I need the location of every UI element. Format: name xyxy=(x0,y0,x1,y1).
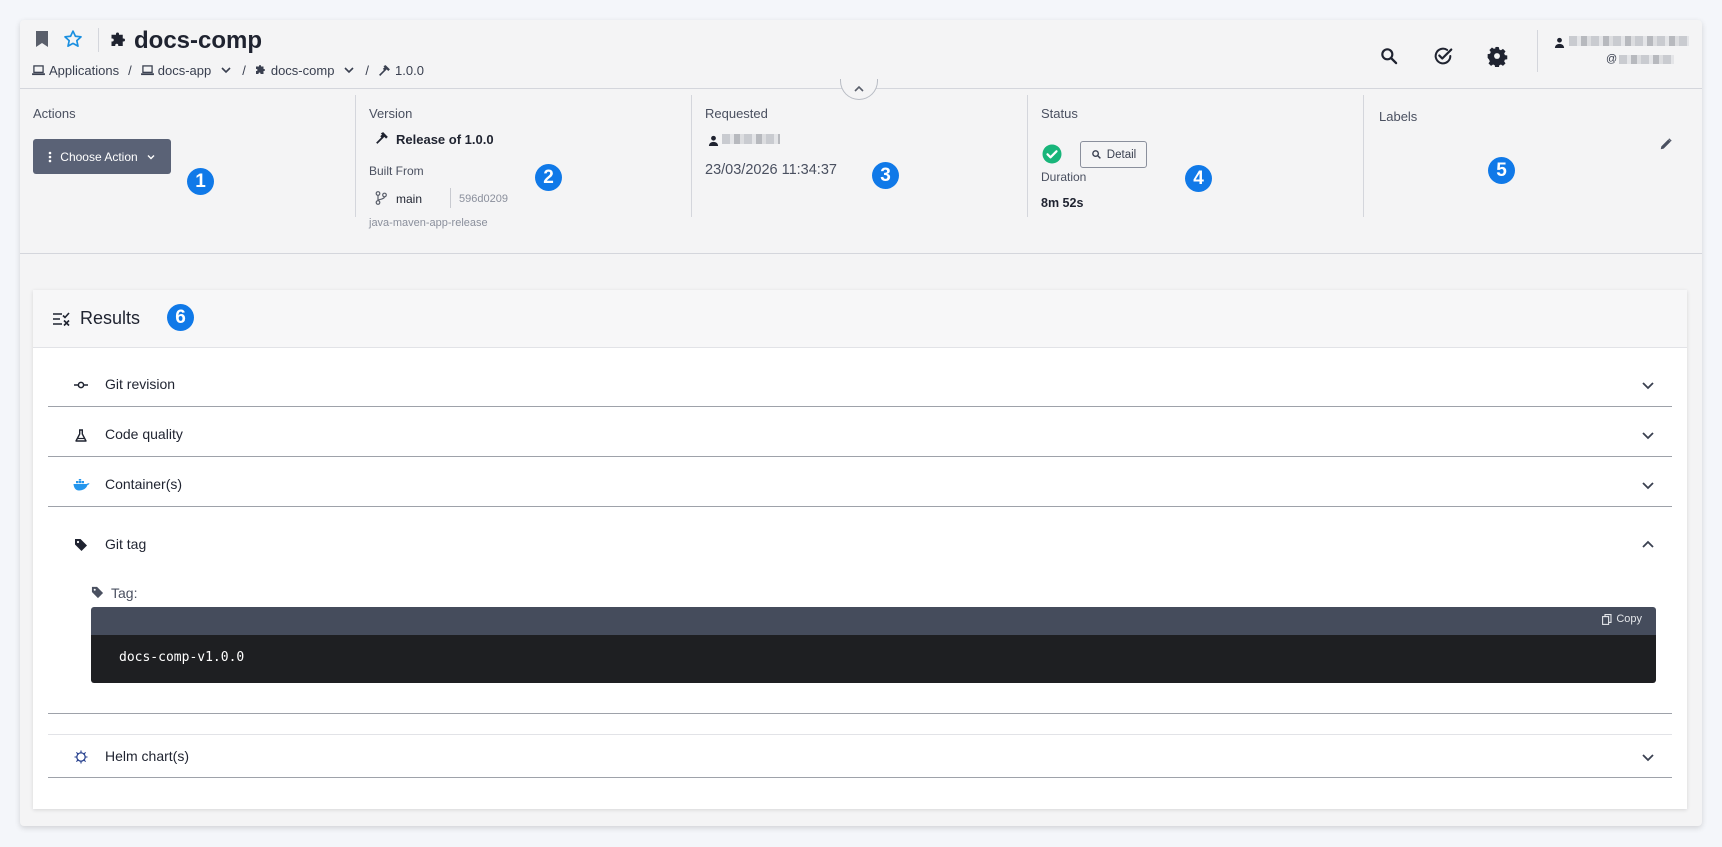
person-icon xyxy=(1554,35,1565,53)
helm-icon xyxy=(72,748,90,766)
breadcrumb-version[interactable]: 1.0.0 xyxy=(378,63,424,78)
results-header: Results 6 xyxy=(33,290,1687,348)
tag-label: Tag: xyxy=(111,585,138,601)
copy-button[interactable]: Copy xyxy=(1602,613,1642,625)
page-header: docs-comp Applications / docs-app / docs… xyxy=(20,20,1702,88)
commit-icon xyxy=(72,376,90,394)
chevron-down-icon xyxy=(1642,754,1654,762)
section-git-tag: Git tag Tag: Copy docs-comp-v1.0.0 xyxy=(48,513,1672,714)
check-circle-icon[interactable] xyxy=(1429,42,1457,70)
pipeline-name: java-maven-app-release xyxy=(369,217,488,229)
flask-icon xyxy=(72,426,90,444)
labels-label: Labels xyxy=(1379,109,1418,124)
section-code-quality-header[interactable]: Code quality xyxy=(48,413,1672,457)
user-menu[interactable]: @ xyxy=(1554,34,1694,74)
annotation-badge-4: 4 xyxy=(1185,165,1212,192)
version-panel: Version Release of 1.0.0 Built From main… xyxy=(356,89,692,239)
docker-icon xyxy=(72,476,90,494)
annotation-badge-1: 1 xyxy=(187,168,214,195)
chevron-down-icon[interactable] xyxy=(219,65,233,75)
person-icon xyxy=(708,133,719,151)
tag-icon xyxy=(72,536,90,554)
star-icon[interactable] xyxy=(62,28,84,50)
puzzle-icon xyxy=(255,65,265,74)
section-git-revision-header[interactable]: Git revision xyxy=(48,363,1672,407)
breadcrumb-docs-comp[interactable]: docs-comp xyxy=(255,63,357,78)
requested-label: Requested xyxy=(705,106,768,121)
checklist-icon xyxy=(52,311,71,332)
chevron-down-icon[interactable] xyxy=(342,65,356,75)
requested-datetime: 23/03/2026 11:34:37 xyxy=(705,162,837,178)
actions-panel: Actions Choose Action 1 xyxy=(20,89,355,239)
kebab-icon xyxy=(48,151,52,162)
gear-icon[interactable] xyxy=(1483,42,1511,70)
duration-value: 8m 52s xyxy=(1041,196,1084,210)
actions-label: Actions xyxy=(33,106,76,121)
version-value: Release of 1.0.0 xyxy=(396,132,494,147)
chevron-up-icon xyxy=(1642,540,1654,548)
section-helm-charts-header[interactable]: Helm chart(s) xyxy=(48,735,1672,779)
requester-name-blurred xyxy=(722,134,780,144)
pencil-icon[interactable] xyxy=(1659,137,1673,156)
bookmark-icon[interactable] xyxy=(32,28,52,50)
duration-label: Duration xyxy=(1041,170,1087,184)
breadcrumb-docs-app[interactable]: docs-app xyxy=(140,63,233,78)
section-git-revision: Git revision xyxy=(48,363,1672,407)
status-detail-button[interactable]: Detail xyxy=(1080,141,1147,168)
puzzle-icon xyxy=(108,29,130,51)
tag-value: docs-comp-v1.0.0 xyxy=(91,635,1656,683)
status-label: Status xyxy=(1041,106,1078,121)
requested-panel: Requested 23/03/2026 11:34:37 3 xyxy=(692,89,1028,239)
hammer-icon xyxy=(379,64,390,76)
user-name-blurred xyxy=(1569,36,1689,46)
chevron-down-icon xyxy=(1642,432,1654,440)
success-check-icon xyxy=(1042,144,1062,169)
section-containers-header[interactable]: Container(s) xyxy=(48,463,1672,507)
annotation-badge-5: 5 xyxy=(1488,157,1515,184)
chevron-down-icon xyxy=(1642,482,1654,490)
results-panel: Results 6 Git revision Code quality Cont… xyxy=(33,290,1687,809)
release-card: docs-comp Applications / docs-app / docs… xyxy=(20,20,1702,826)
commit-hash[interactable]: 596d0209 xyxy=(459,193,508,205)
section-git-tag-header[interactable]: Git tag xyxy=(48,513,1672,577)
section-helm-charts: Helm chart(s) xyxy=(48,734,1672,778)
release-info: Actions Choose Action 1 Version Release … xyxy=(20,89,1702,249)
tag-code-block: Copy docs-comp-v1.0.0 xyxy=(91,607,1656,683)
search-icon xyxy=(1091,150,1101,159)
section-code-quality: Code quality xyxy=(48,413,1672,457)
branch-icon xyxy=(375,191,387,210)
user-handle: @ xyxy=(1606,53,1675,65)
results-title: Results xyxy=(80,308,141,328)
labels-panel: Labels 5 xyxy=(1364,89,1702,239)
annotation-badge-2: 2 xyxy=(535,164,562,191)
branch-name[interactable]: main xyxy=(396,192,422,206)
page-title: docs-comp xyxy=(134,27,263,54)
hammer-icon xyxy=(375,131,389,150)
annotation-badge-6: 6 xyxy=(167,304,194,331)
breadcrumb-applications[interactable]: Applications xyxy=(32,63,119,78)
search-icon[interactable] xyxy=(1375,42,1403,70)
section-containers: Container(s) xyxy=(48,463,1672,507)
version-label: Version xyxy=(369,106,413,121)
chevron-down-icon xyxy=(147,154,155,159)
laptop-icon xyxy=(32,64,45,75)
tag-icon xyxy=(91,586,104,604)
annotation-badge-3: 3 xyxy=(872,162,899,189)
laptop-icon xyxy=(140,64,154,75)
chevron-down-icon xyxy=(1642,382,1654,390)
breadcrumb: Applications / docs-app / docs-comp / 1.… xyxy=(32,61,424,79)
built-from-label: Built From xyxy=(369,164,424,178)
copy-icon xyxy=(1602,613,1612,625)
choose-action-button[interactable]: Choose Action xyxy=(33,139,171,174)
status-panel: Status Detail Duration 8m 52s 4 xyxy=(1028,89,1364,239)
